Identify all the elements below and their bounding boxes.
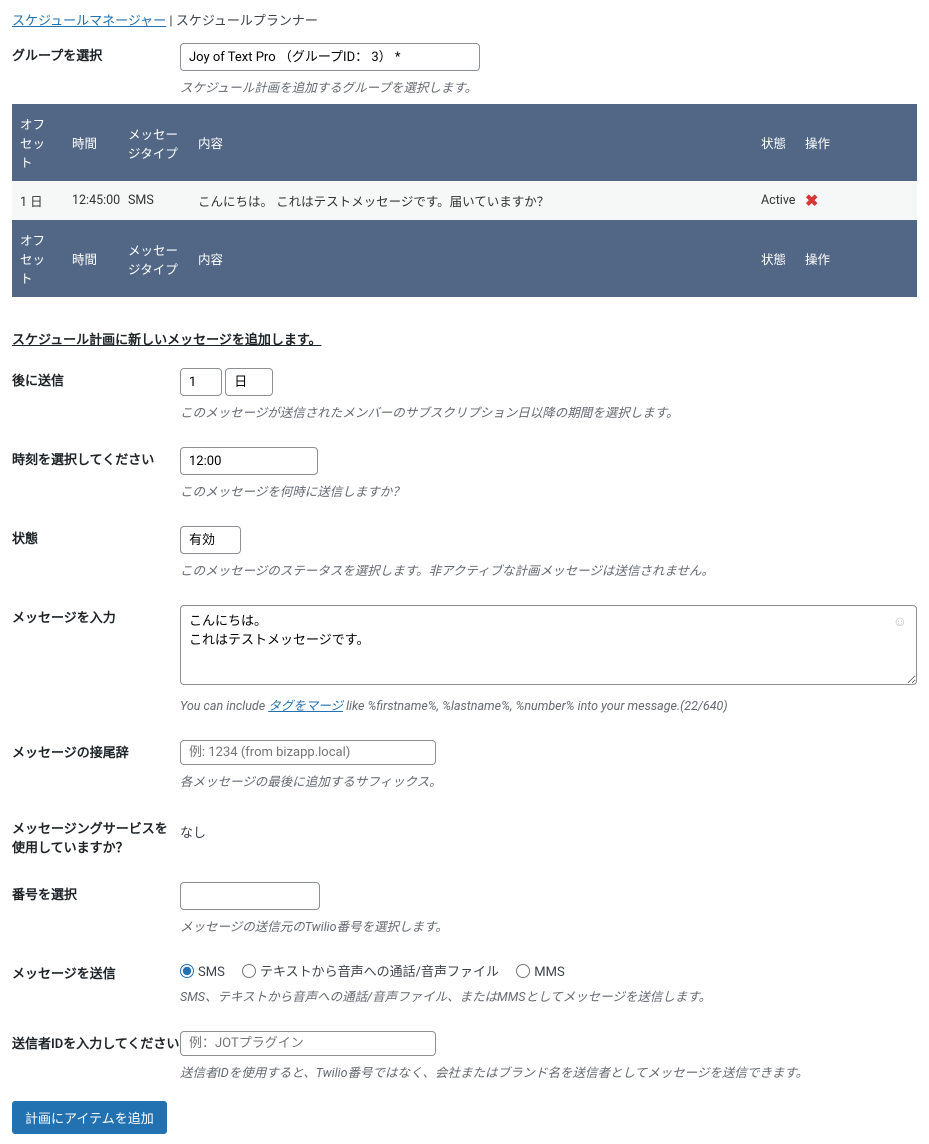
msg-service-label: メッセージングサービスを使用していますか？ <box>12 816 180 856</box>
add-message-heading: スケジュール計画に新しいメッセージを追加します。 <box>12 329 322 348</box>
group-select-label: グループを選択 <box>12 43 180 64</box>
status-select[interactable]: 有効 <box>180 526 241 554</box>
send-after-help: このメッセージが送信されたメンバーのサブスクリプション日以降の期間を選択します。 <box>180 402 917 421</box>
sender-id-help: 送信者IDを使用すると、Twilio番号ではなく、会社またはブランド名を送信者と… <box>180 1062 917 1081</box>
tf-action: 操作 <box>797 220 917 297</box>
sender-id-input[interactable] <box>180 1031 436 1056</box>
status-label: 状態 <box>12 526 180 547</box>
tf-time: 時間 <box>64 220 120 297</box>
th-type: メッセージタイプ <box>120 104 190 181</box>
tf-offset: オフセット <box>12 220 64 297</box>
status-help: このメッセージのステータスを選択します。非アクティブな計画メッセージは送信されま… <box>180 560 917 579</box>
breadcrumb-sep: | <box>169 14 172 29</box>
schedule-table: オフセット 時間 メッセージタイプ 内容 状態 操作 1 日 12:45:00 … <box>12 104 917 297</box>
send-as-label: メッセージを送信 <box>12 961 180 982</box>
cell-offset: 1 日 <box>12 181 64 220</box>
message-help: You can include タグをマージ like %firstname%,… <box>180 695 917 714</box>
radio-mms[interactable] <box>516 964 530 978</box>
send-after-label: 後に送信 <box>12 368 180 389</box>
group-select[interactable]: Joy of Text Pro （グループID： 3） * <box>180 43 480 71</box>
send-as-help: SMS、テキストから音声への通話/音声ファイル、またはMMSとしてメッセージを送… <box>180 986 917 1005</box>
message-label: メッセージを入力 <box>12 605 180 626</box>
number-select[interactable] <box>180 882 320 910</box>
send-after-unit-select[interactable]: 日 <box>225 368 273 396</box>
cell-action: ✖ <box>797 181 917 220</box>
msg-service-value: なし <box>180 826 206 841</box>
th-offset: オフセット <box>12 104 64 181</box>
th-status: 状態 <box>753 104 797 181</box>
tf-content: 内容 <box>190 220 753 297</box>
cell-status: Active <box>753 181 797 220</box>
breadcrumb-current: スケジュールプランナー <box>176 14 318 29</box>
merge-tags-link[interactable]: タグをマージ <box>268 699 343 714</box>
suffix-help: 各メッセージの最後に追加するサフィックス。 <box>180 771 917 790</box>
group-select-help: スケジュール計画を追加するグループを選択します。 <box>180 77 917 96</box>
tf-status: 状態 <box>753 220 797 297</box>
suffix-label: メッセージの接尾辞 <box>12 740 180 761</box>
cell-content: こんにちは。 これはテストメッセージです。届いていますか？ <box>190 181 753 220</box>
suffix-input[interactable] <box>180 740 436 765</box>
number-label: 番号を選択 <box>12 882 180 903</box>
tf-type: メッセージタイプ <box>120 220 190 297</box>
th-content: 内容 <box>190 104 753 181</box>
th-time: 時間 <box>64 104 120 181</box>
radio-tts[interactable] <box>242 964 256 978</box>
th-action: 操作 <box>797 104 917 181</box>
time-label: 時刻を選択してください <box>12 447 180 468</box>
table-row: 1 日 12:45:00 SMS こんにちは。 これはテストメッセージです。届い… <box>12 181 917 220</box>
message-textarea[interactable] <box>180 605 917 685</box>
cell-type: SMS <box>120 181 190 220</box>
breadcrumb: スケジュールマネージャー | スケジュールプランナー <box>12 10 917 29</box>
cell-time: 12:45:00 <box>64 181 120 220</box>
number-help: メッセージの送信元のTwilio番号を選択します。 <box>180 916 917 935</box>
send-after-num-select[interactable]: 1 <box>180 368 222 396</box>
radio-tts-label[interactable]: テキストから音声への通話/音声ファイル <box>242 965 499 980</box>
radio-mms-label[interactable]: MMS <box>516 965 564 980</box>
breadcrumb-link-manager[interactable]: スケジュールマネージャー <box>12 14 166 29</box>
radio-sms[interactable] <box>180 964 194 978</box>
sender-id-label: 送信者IDを入力してください <box>12 1031 180 1052</box>
time-help: このメッセージを何時に送信しますか？ <box>180 481 917 500</box>
add-to-plan-button[interactable]: 計画にアイテムを追加 <box>12 1101 167 1134</box>
time-select[interactable]: 12:00 <box>180 447 318 475</box>
radio-sms-label[interactable]: SMS <box>180 965 225 980</box>
delete-icon[interactable]: ✖ <box>805 191 818 210</box>
